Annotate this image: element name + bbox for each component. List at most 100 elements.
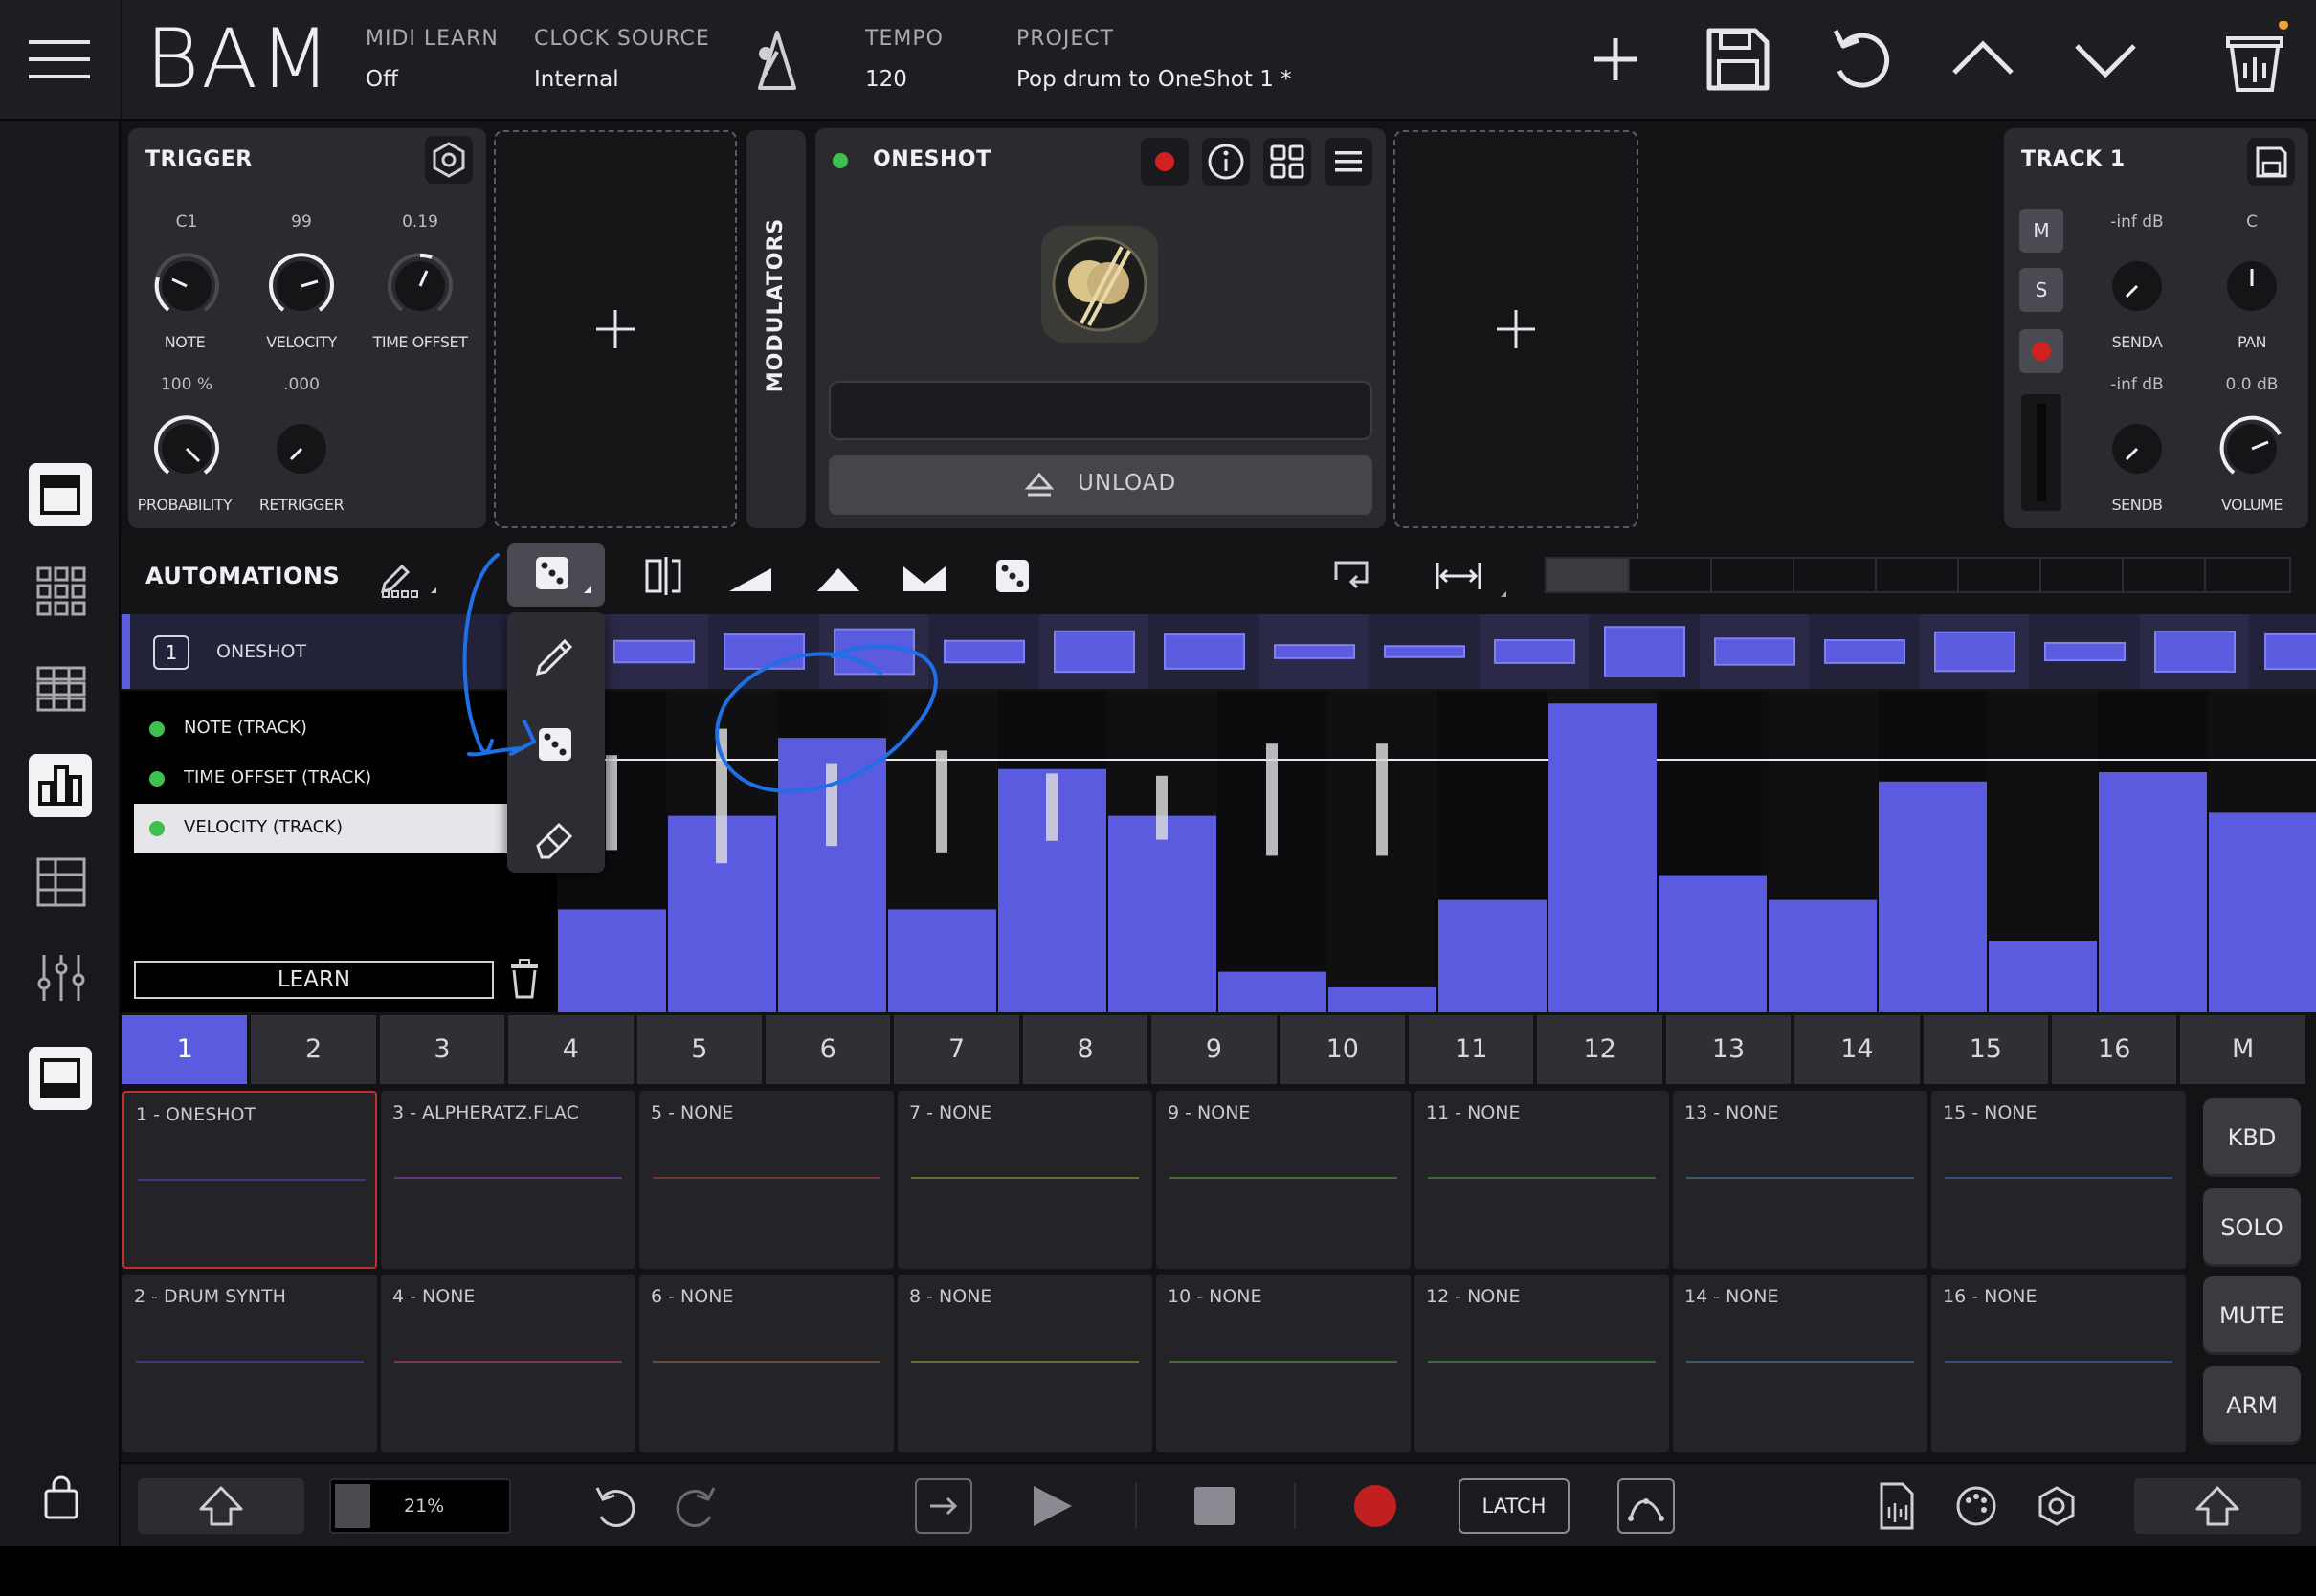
- add-effect-slot[interactable]: [494, 130, 737, 528]
- solo-button[interactable]: SOLO: [2203, 1188, 2301, 1267]
- track-cell[interactable]: 9 - NONE: [1156, 1091, 1411, 1269]
- chevron-down-icon[interactable]: [2067, 21, 2144, 98]
- trash-icon[interactable]: [2218, 21, 2295, 98]
- grid-view-icon[interactable]: [34, 565, 88, 618]
- track-cell[interactable]: 4 - NONE: [381, 1275, 635, 1452]
- random-tool-button[interactable]: [507, 543, 605, 607]
- step-button[interactable]: M: [2180, 1015, 2305, 1084]
- step-button[interactable]: 2: [251, 1015, 376, 1084]
- record-arm-button[interactable]: [1141, 138, 1189, 186]
- probability-knob[interactable]: [145, 406, 228, 488]
- sample-waveform-field[interactable]: [829, 381, 1372, 440]
- pencil-option-icon[interactable]: [526, 624, 584, 681]
- track-cell[interactable]: 10 - NONE: [1156, 1275, 1411, 1452]
- step-button[interactable]: 3: [379, 1015, 505, 1084]
- jump-button[interactable]: [915, 1478, 972, 1534]
- track-save-icon[interactable]: [2247, 138, 2295, 186]
- random-option-icon[interactable]: [526, 716, 584, 773]
- add-effect-slot-2[interactable]: [1393, 130, 1638, 528]
- tempo-value[interactable]: 120: [865, 67, 907, 92]
- dice-icon[interactable]: [984, 547, 1041, 605]
- shift-up-button[interactable]: [138, 1478, 304, 1534]
- solo-toggle[interactable]: S: [2019, 268, 2063, 312]
- bottom-panel-view-icon[interactable]: [29, 1047, 92, 1110]
- midi-learn-value[interactable]: Off: [366, 67, 398, 92]
- valley-icon[interactable]: [896, 547, 953, 605]
- metronome-icon[interactable]: [752, 29, 802, 90]
- step-button[interactable]: 14: [1794, 1015, 1920, 1084]
- grid-icon[interactable]: [1263, 138, 1311, 186]
- track-record-toggle[interactable]: [2019, 329, 2063, 373]
- audio-file-icon[interactable]: [1872, 1478, 1920, 1534]
- project-name[interactable]: Pop drum to OneShot 1 *: [1016, 67, 1292, 92]
- volume-knob[interactable]: [2211, 406, 2293, 488]
- step-button[interactable]: 10: [1280, 1015, 1405, 1084]
- sendb-knob[interactable]: [2096, 406, 2178, 488]
- track-cell[interactable]: 5 - NONE: [639, 1091, 894, 1269]
- mute-button[interactable]: MUTE: [2203, 1276, 2301, 1355]
- mute-toggle[interactable]: M: [2019, 209, 2063, 253]
- track-cell[interactable]: 8 - NONE: [898, 1275, 1152, 1452]
- automation-view-icon[interactable]: [29, 754, 92, 817]
- menu-icon[interactable]: [29, 36, 92, 84]
- trigger-settings-icon[interactable]: [425, 136, 473, 184]
- arm-button[interactable]: ARM: [2203, 1366, 2301, 1445]
- save-icon[interactable]: [1700, 21, 1776, 98]
- step-button[interactable]: 8: [1022, 1015, 1148, 1084]
- pattern-overview[interactable]: [1545, 557, 2291, 593]
- track-cell[interactable]: 11 - NONE: [1414, 1091, 1669, 1269]
- mirror-tool-icon[interactable]: [634, 547, 691, 605]
- step-button[interactable]: 7: [894, 1015, 1019, 1084]
- pencil-tool-icon[interactable]: [375, 553, 442, 601]
- add-icon[interactable]: [1577, 21, 1654, 98]
- step-button[interactable]: 1: [122, 1015, 248, 1084]
- track-cell[interactable]: 12 - NONE: [1414, 1275, 1669, 1452]
- top-panel-view-icon[interactable]: [29, 463, 92, 526]
- velocity-knob[interactable]: [260, 243, 343, 325]
- settings-icon[interactable]: [2033, 1478, 2081, 1534]
- track-cell[interactable]: 15 - NONE: [1931, 1091, 2186, 1269]
- track-cell[interactable]: 14 - NONE: [1673, 1275, 1927, 1452]
- fit-width-icon[interactable]: [1430, 547, 1516, 605]
- track-cell[interactable]: 6 - NONE: [639, 1275, 894, 1452]
- clock-source-value[interactable]: Internal: [534, 67, 619, 92]
- retrigger-knob[interactable]: [260, 406, 343, 488]
- automation-graph[interactable]: [557, 691, 2316, 1012]
- track-cell[interactable]: 1 - ONESHOT: [122, 1091, 377, 1269]
- delete-automation-icon[interactable]: [505, 957, 544, 1001]
- stop-button[interactable]: [1191, 1478, 1238, 1534]
- record-button[interactable]: [1351, 1478, 1399, 1534]
- step-button[interactable]: 4: [508, 1015, 634, 1084]
- unload-button[interactable]: UNLOAD: [829, 455, 1372, 515]
- latch-button[interactable]: LATCH: [1459, 1478, 1570, 1534]
- modulators-tab[interactable]: MODULATORS: [746, 130, 806, 528]
- shift-up-right-button[interactable]: [2134, 1478, 2301, 1534]
- track-cell[interactable]: 3 - ALPHERATZ.FLAC: [381, 1091, 635, 1269]
- play-button[interactable]: [1024, 1478, 1081, 1534]
- track-cell[interactable]: 13 - NONE: [1673, 1091, 1927, 1269]
- param-item-velocity[interactable]: VELOCITY (TRACK): [134, 804, 507, 853]
- param-item-note[interactable]: NOTE (TRACK): [134, 710, 517, 748]
- senda-knob[interactable]: [2096, 243, 2178, 325]
- palette-icon[interactable]: [1952, 1478, 2000, 1534]
- step-button[interactable]: 12: [1537, 1015, 1662, 1084]
- eraser-option-icon[interactable]: [526, 808, 584, 865]
- pan-knob[interactable]: [2211, 243, 2293, 325]
- step-button[interactable]: 6: [766, 1015, 891, 1084]
- step-button[interactable]: 11: [1409, 1015, 1534, 1084]
- shop-icon[interactable]: [40, 1474, 82, 1521]
- track-cell[interactable]: 7 - NONE: [898, 1091, 1152, 1269]
- time-offset-knob[interactable]: [379, 243, 461, 325]
- sequencer-view-icon[interactable]: [34, 662, 88, 716]
- undo-icon[interactable]: [1822, 21, 1899, 98]
- step-button[interactable]: 9: [1151, 1015, 1277, 1084]
- undo-button[interactable]: [586, 1478, 645, 1534]
- track-cell[interactable]: 2 - DRUM SYNTH: [122, 1275, 377, 1452]
- ramp-up-icon[interactable]: [722, 547, 779, 605]
- loop-icon[interactable]: [1323, 547, 1380, 605]
- info-icon[interactable]: [1202, 138, 1250, 186]
- chevron-up-icon[interactable]: [1945, 21, 2021, 98]
- step-button[interactable]: 13: [1665, 1015, 1792, 1084]
- device-menu-icon[interactable]: [1325, 138, 1372, 186]
- param-item-time-offset[interactable]: TIME OFFSET (TRACK): [134, 760, 517, 798]
